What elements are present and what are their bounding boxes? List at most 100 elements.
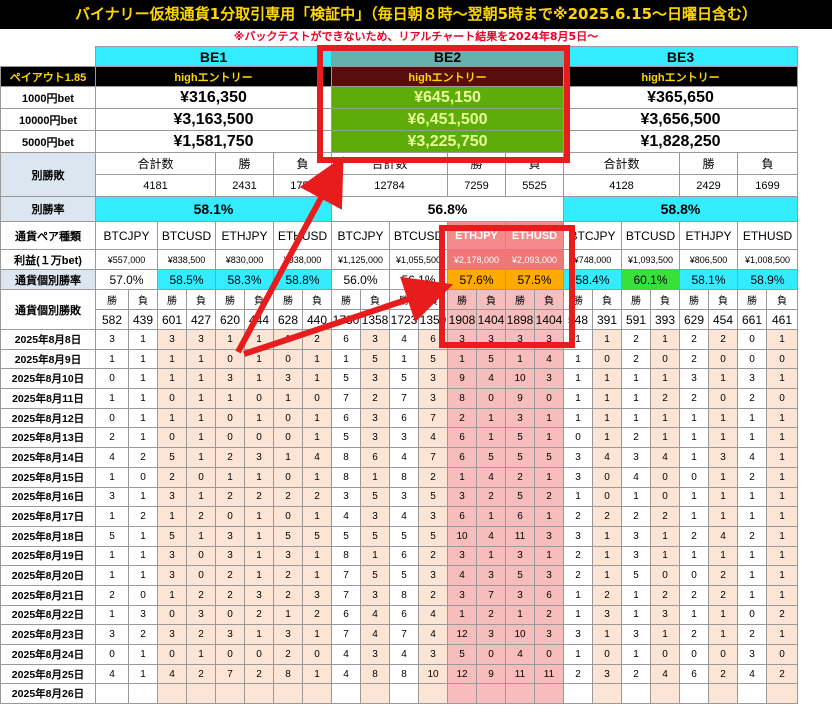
day-cell	[186, 683, 216, 705]
day-cell: 1	[157, 407, 187, 429]
day-cell: 2	[679, 388, 709, 409]
label-bet5000: 5000円bet	[0, 130, 96, 153]
bet-row-bet5000: 5000円bet ¥1,581,750 ¥3,225,750 ¥1,828,250	[0, 130, 798, 153]
winrate-row: 別勝率 58.1% 56.8% 58.8%	[0, 196, 798, 222]
day-cell: 1	[708, 545, 738, 567]
day-cell: 3	[273, 624, 303, 645]
day-cell: 6	[534, 584, 564, 606]
day-cell: 3	[302, 584, 332, 606]
day-cell: 1	[302, 466, 332, 488]
day-cell: 0	[708, 348, 738, 370]
bet10000-value-2: ¥3,656,500	[563, 108, 798, 131]
day-cell: 0	[737, 329, 767, 350]
day-cell: 6	[447, 447, 477, 468]
day-cell: 6	[679, 663, 709, 685]
day-cell: 0	[534, 644, 564, 665]
day-cell: 1	[447, 466, 477, 488]
day-cell: 2	[650, 506, 680, 527]
day-cell: 4	[650, 663, 680, 685]
day-cell: 1	[215, 388, 245, 409]
entry-type-1: highエントリー	[331, 66, 564, 87]
day-cell: 2	[302, 604, 332, 626]
day-cell: 4	[534, 348, 564, 370]
day-cell: 2	[360, 388, 390, 409]
day-cell: 5	[476, 348, 506, 370]
day-cell: 8	[331, 466, 361, 488]
day-cell: 0	[650, 348, 680, 370]
day-cell: 2	[418, 584, 448, 606]
pair-profit-1-2: ¥2,178,000	[447, 249, 506, 270]
pair-name-2-2: ETHJPY	[679, 221, 738, 250]
day-cell: 0	[476, 388, 506, 409]
pair-profit-2-0: ¥748,000	[563, 249, 622, 270]
day-cell: 0	[157, 604, 187, 626]
pair-type-row: 通貨ペア種類 BTCJPY BTCUSD ETHJPY ETHUSD BTCJPY BTCU…	[0, 221, 798, 250]
day-date: 2025年8月25日	[0, 663, 96, 685]
total-value-0: 4181	[95, 174, 216, 197]
day-cell: 4	[418, 604, 448, 626]
day-cell: 3	[360, 407, 390, 429]
pair-wins-2-2: 629	[679, 309, 709, 330]
day-cell: 2	[476, 486, 506, 508]
day-cell: 1	[708, 466, 738, 488]
day-cell	[331, 683, 361, 705]
day-cell: 2	[621, 329, 651, 350]
day-cell: 4	[737, 663, 767, 685]
day-cell: 0	[215, 348, 245, 370]
day-cell	[273, 683, 303, 705]
pair-rate-0-3: 58.8%	[273, 269, 332, 290]
day-cell: 1	[737, 545, 767, 567]
day-cell: 3	[418, 565, 448, 586]
day-cell: 3	[476, 329, 506, 350]
day-cell: 6	[447, 506, 477, 527]
day-cell: 7	[476, 584, 506, 606]
day-cell: 3	[95, 329, 129, 350]
day-cell: 2	[679, 348, 709, 370]
day-cell: 5	[389, 368, 419, 390]
day-cell: 1	[302, 348, 332, 370]
day-cell: 8	[273, 663, 303, 685]
day-cell: 1	[708, 427, 738, 449]
day-cell: 1	[128, 525, 158, 547]
day-row: 2025年8月16日 3 1 3 1 2 2 2 2 3 5 3 5 3 2 5 2 1 0 1 0 1 1 1 1	[0, 486, 798, 508]
day-cell: 1	[128, 368, 158, 390]
total-value-1: 12784	[331, 174, 448, 197]
day-cell: 11	[534, 663, 564, 685]
day-cell	[621, 683, 651, 705]
pair-win-header: 勝	[157, 289, 187, 310]
day-cell: 1	[766, 624, 798, 645]
day-cell: 5	[360, 565, 390, 586]
day-row: 2025年8月8日 3 1 3 3 1 1 1 2 6 3 4 6 3 3 3 3 1 1 2 1 2 2 0 1	[0, 329, 798, 350]
pair-losses-2-0: 391	[592, 309, 622, 330]
day-cell: 2	[273, 486, 303, 508]
pair-rate-0-2: 58.3%	[215, 269, 274, 290]
day-cell: 1	[534, 466, 564, 488]
day-cell: 1	[186, 486, 216, 508]
day-cell: 2	[186, 584, 216, 606]
day-cell: 1	[708, 506, 738, 527]
day-row: 2025年8月15日 1 0 2 0 1 1 0 1 8 1 8 2 1 4 2 1 3 0 4 0 0 1 2 1	[0, 466, 798, 488]
day-cell: 0	[476, 644, 506, 665]
day-cell: 5	[331, 525, 361, 547]
day-cell: 5	[534, 447, 564, 468]
pair-win-header: 勝	[737, 289, 767, 310]
day-cell: 1	[476, 545, 506, 567]
day-date: 2025年8月17日	[0, 506, 96, 527]
day-cell: 1	[592, 545, 622, 567]
day-cell: 1	[95, 506, 129, 527]
pair-win-header: 勝	[505, 289, 535, 310]
day-cell: 2	[679, 525, 709, 547]
day-cell: 2	[621, 427, 651, 449]
day-cell: 4	[476, 368, 506, 390]
day-cell: 1	[563, 584, 593, 606]
day-cell: 0	[302, 388, 332, 409]
day-cell: 1	[244, 407, 274, 429]
day-cell: 2	[708, 584, 738, 606]
day-cell: 0	[592, 644, 622, 665]
day-cell: 5	[418, 525, 448, 547]
bet5000-value-2: ¥1,828,250	[563, 130, 798, 153]
day-cell: 3	[592, 604, 622, 626]
day-cell: 1	[95, 565, 129, 586]
day-date: 2025年8月24日	[0, 644, 96, 665]
day-cell: 5	[95, 525, 129, 547]
